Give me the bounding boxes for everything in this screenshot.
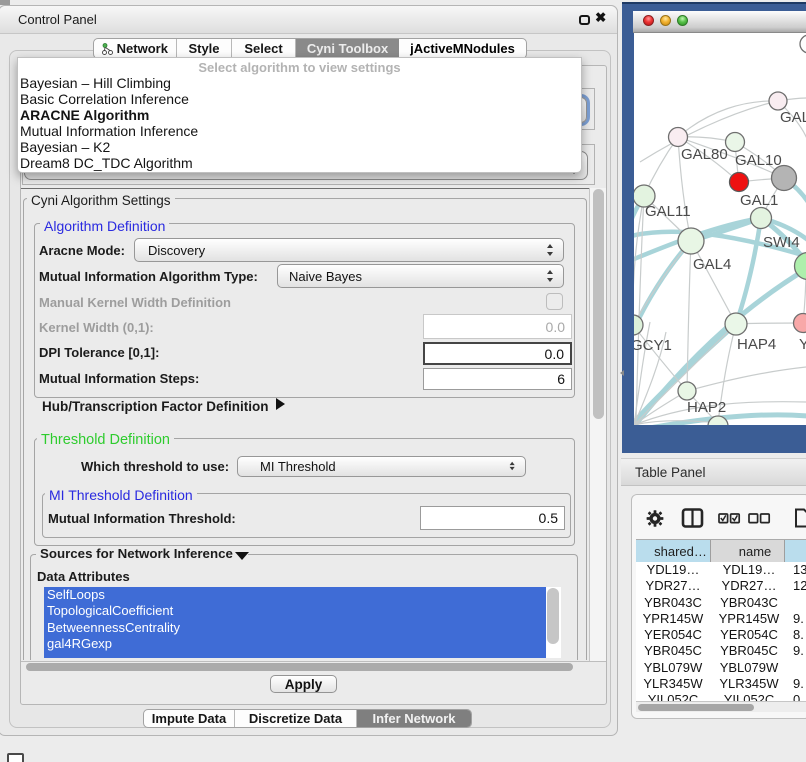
svg-text:HAP4: HAP4 xyxy=(737,336,776,353)
svg-text:GCY1: GCY1 xyxy=(634,337,672,354)
svg-text:GAL80: GAL80 xyxy=(681,146,728,163)
svg-text:GAL4: GAL4 xyxy=(693,256,731,273)
svg-text:SWI4: SWI4 xyxy=(763,234,800,251)
svg-text:GAL: GAL xyxy=(780,109,806,126)
svg-text:GAL1: GAL1 xyxy=(740,192,778,209)
svg-text:GAL10: GAL10 xyxy=(735,152,782,169)
svg-text:Y: Y xyxy=(799,336,806,353)
svg-text:HAP2: HAP2 xyxy=(687,399,726,416)
svg-text:GAL11: GAL11 xyxy=(645,203,691,220)
